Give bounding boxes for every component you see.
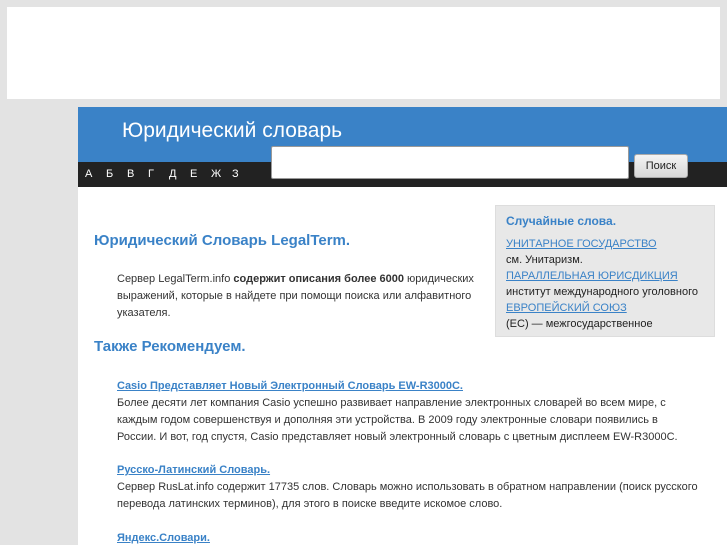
letter-link[interactable]: З [232, 168, 253, 180]
site-title: Юридический словарь [122, 119, 343, 142]
letter-link[interactable]: Ж [211, 168, 232, 180]
recommend-heading: Также Рекомендуем. [94, 338, 246, 355]
sidebar-title: Случайные слова. [506, 214, 617, 228]
rec-link[interactable]: Яндекс.Словари. [117, 532, 210, 544]
top-banner-area [7, 7, 720, 99]
letter-link[interactable]: Г [148, 168, 169, 180]
search-button[interactable]: Поиск [634, 154, 688, 178]
rec-link[interactable]: Casio Представляет Новый Электронный Сло… [117, 380, 463, 392]
term-link[interactable]: ЕВРОПЕЙСКИЙ СОЮЗ [506, 302, 627, 314]
term-desc: (ЕС) — межгосударственное [506, 318, 653, 330]
rec-text: Более десяти лет компания Casio успешно … [117, 397, 678, 443]
term-desc: см. Унитаризм. [506, 254, 583, 266]
main-heading: Юридический Словарь LegalTerm. [94, 232, 351, 249]
letter-link[interactable]: Д [169, 168, 190, 180]
page-container: Юридический словарь А Б В Г Д Е Ж З Поис… [78, 107, 727, 545]
rec-text: Сервер RusLat.info содержит 17735 слов. … [117, 481, 698, 510]
rec-item: Casio Представляет Новый Электронный Сло… [117, 378, 697, 446]
random-words-sidebar: Случайные слова. УНИТАРНОЕ ГОСУДАРСТВО с… [495, 205, 715, 337]
rec-item: Русско-Латинский Словарь. Сервер RusLat.… [117, 462, 717, 513]
letter-link[interactable]: А [85, 168, 106, 180]
rec-link[interactable]: Русско-Латинский Словарь. [117, 464, 270, 476]
term-link[interactable]: ПАРАЛЛЕЛЬНАЯ ЮРИСДИКЦИЯ [506, 270, 678, 282]
letter-link[interactable]: Е [190, 168, 211, 180]
term-link[interactable]: УНИТАРНОЕ ГОСУДАРСТВО [506, 238, 657, 250]
letter-link[interactable]: Б [106, 168, 127, 180]
rec-item: Яндекс.Словари. [117, 530, 210, 545]
term-desc: институт международного уголовного [506, 286, 698, 298]
search-input[interactable] [271, 146, 629, 179]
letter-link[interactable]: В [127, 168, 148, 180]
intro-text: Сервер LegalTerm.info содержит описания … [117, 273, 474, 319]
